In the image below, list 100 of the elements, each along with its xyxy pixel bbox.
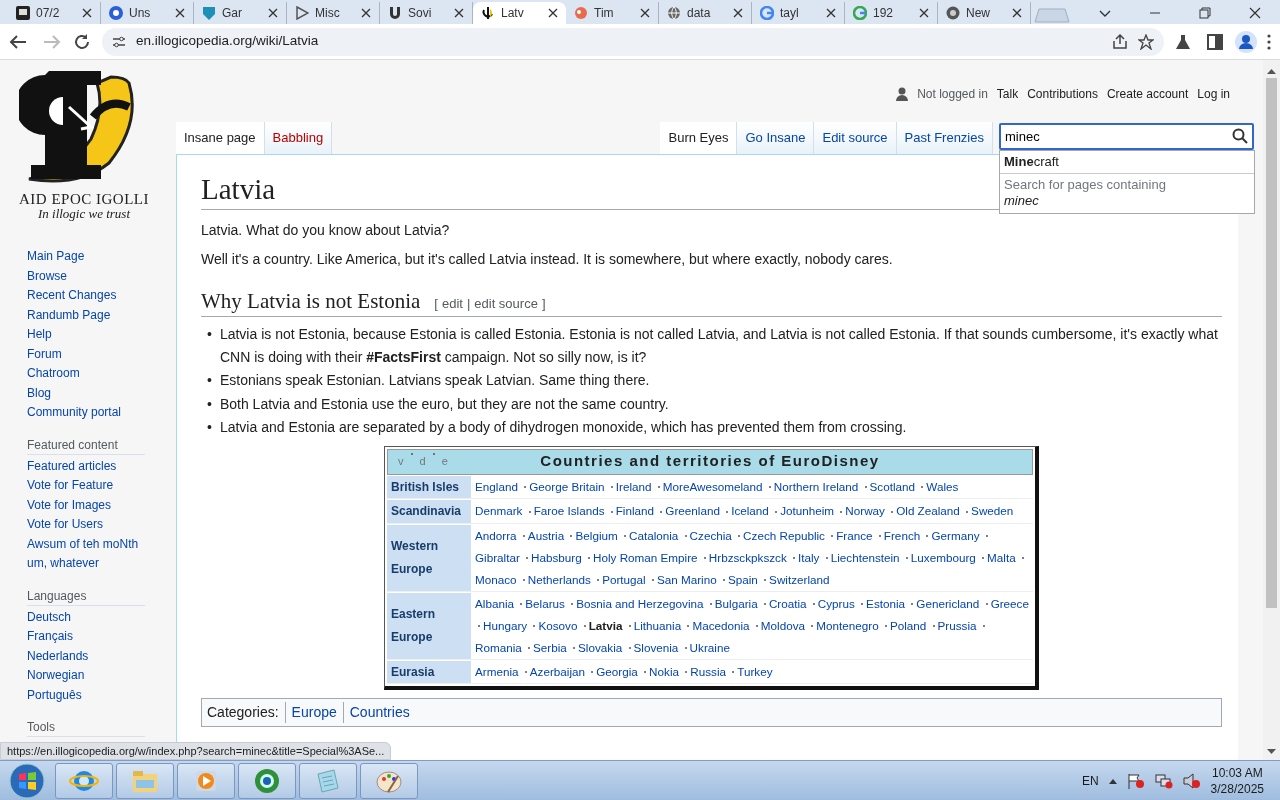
country-link[interactable]: George Britain [529, 479, 605, 493]
country-link[interactable]: Genericland [916, 596, 980, 610]
country-link[interactable]: Russia [690, 664, 726, 678]
sidebar-link[interactable]: Vote for Images [27, 495, 176, 515]
sidebar-link[interactable]: Main Page [27, 247, 176, 267]
page-tab[interactable]: Insane page [176, 122, 265, 154]
country-link[interactable]: Ireland [615, 479, 652, 493]
country-link[interactable]: Habsburg [531, 550, 582, 564]
group-label[interactable]: Eurasia [387, 660, 471, 684]
country-link[interactable]: Northern Ireland [773, 479, 859, 493]
country-link[interactable]: Albania [475, 596, 514, 610]
country-link[interactable]: Iceland [731, 504, 769, 518]
country-link[interactable]: Austria [527, 528, 565, 542]
country-link[interactable]: Wales [926, 479, 959, 493]
country-link[interactable]: Germany [931, 528, 980, 542]
close-icon[interactable] [268, 8, 278, 18]
scroll-up-icon[interactable] [1267, 68, 1276, 74]
sidebar-link[interactable]: Vote for Feature [27, 476, 176, 496]
country-link[interactable]: Netherlands [527, 572, 591, 586]
scrollbar-thumb[interactable] [1266, 78, 1277, 608]
country-link[interactable]: Romania [475, 640, 522, 654]
country-link[interactable]: Finland [615, 504, 655, 518]
clock-date[interactable]: 3/28/2025 [1210, 780, 1264, 797]
user-link[interactable]: Log in [1197, 85, 1230, 103]
country-link[interactable]: Luxembourg [910, 550, 976, 564]
close-icon[interactable] [733, 8, 743, 18]
close-icon[interactable] [82, 8, 92, 18]
country-link[interactable]: Greenland [665, 504, 720, 518]
country-link[interactable]: Armenia [475, 664, 519, 678]
country-link[interactable]: Liechtenstein [830, 550, 900, 564]
country-link[interactable]: Malta [987, 550, 1016, 564]
edit-link[interactable]: edit [441, 296, 463, 314]
sidebar-link[interactable]: um, whatever [27, 554, 176, 574]
close-icon[interactable] [919, 8, 929, 18]
country-link[interactable]: Denmark [475, 504, 523, 518]
sidebar-link[interactable]: Awsum of teh moNth [27, 534, 176, 554]
sidebar-link[interactable]: Nederlands [27, 646, 176, 666]
country-link[interactable]: Serbia [533, 640, 567, 654]
tray-expand-icon[interactable] [1108, 777, 1117, 784]
view-tab[interactable]: Past Frenzies [896, 122, 993, 154]
country-link[interactable]: Slovakia [578, 640, 623, 654]
country-link[interactable]: Cyprus [817, 596, 855, 610]
close-icon[interactable] [175, 8, 185, 18]
country-link[interactable]: Nokia [649, 664, 679, 678]
sidebar-link[interactable]: Help [27, 325, 176, 345]
search-field[interactable]: minec [999, 123, 1254, 150]
country-link[interactable]: Portugal [602, 572, 646, 586]
clock-time[interactable]: 10:03 AM [1210, 764, 1264, 781]
view-tab[interactable]: Go Insane [737, 122, 815, 154]
country-link[interactable]: Moldova [760, 618, 806, 632]
country-link[interactable]: Estonia [866, 596, 906, 610]
country-link[interactable]: Bosnia and Herzegovina [576, 596, 704, 610]
sidebar-link[interactable]: Recent Changes [27, 286, 176, 306]
country-link[interactable]: Azerbaijan [529, 664, 585, 678]
country-link[interactable]: Ukraine [689, 640, 730, 654]
user-link[interactable]: Create account [1106, 85, 1189, 103]
sidebar-link[interactable]: Português [27, 685, 176, 705]
close-icon[interactable] [826, 8, 836, 18]
country-link[interactable]: Faroe Islands [533, 504, 605, 518]
country-link[interactable]: Hungary [483, 618, 528, 632]
close-icon[interactable] [548, 8, 558, 18]
country-link[interactable]: Belarus [525, 596, 565, 610]
country-link[interactable]: Poland [889, 618, 927, 632]
country-link[interactable]: Georgia [596, 664, 638, 678]
country-link[interactable]: Croatia [768, 596, 807, 610]
categories-link[interactable]: Categories: [207, 702, 279, 724]
country-link[interactable]: England [475, 479, 518, 493]
category-link[interactable]: Europe [284, 702, 337, 724]
browser-tab[interactable]: data [659, 2, 752, 24]
country-link[interactable]: French [883, 528, 921, 542]
group-label[interactable]: Western Europe [387, 524, 471, 591]
network-icon[interactable] [1154, 772, 1173, 789]
sidebar-link[interactable]: Français [27, 627, 176, 647]
country-link[interactable]: Jotunheim [780, 504, 835, 518]
speaker-icon[interactable] [1182, 772, 1201, 789]
country-link[interactable]: Czech Republic [743, 528, 825, 542]
country-link[interactable]: Prussia [937, 618, 977, 632]
country-link[interactable]: Kosovo [538, 618, 578, 632]
taskbar-button[interactable] [360, 762, 418, 799]
country-link[interactable]: Bulgaria [714, 596, 758, 610]
group-label[interactable]: Eastern Europe [387, 592, 471, 659]
country-link[interactable]: Sweden [971, 504, 1014, 518]
profile-avatar[interactable] [1234, 29, 1258, 54]
search-suggestion[interactable]: Minecraft [1000, 151, 1254, 174]
country-link[interactable]: Slovenia [633, 640, 679, 654]
search-icon[interactable] [1232, 128, 1248, 144]
restore-icon[interactable] [1199, 7, 1211, 19]
browser-tab[interactable]: Misc [287, 2, 380, 24]
close-icon[interactable] [640, 8, 650, 18]
view-tab[interactable]: Burn Eyes [660, 122, 738, 154]
country-link[interactable]: France [836, 528, 873, 542]
sidebar-link[interactable]: Featured articles [27, 456, 176, 476]
country-link[interactable]: Macedonia [692, 618, 750, 632]
close-icon[interactable] [361, 8, 371, 18]
view-tab[interactable]: Edit source [814, 122, 897, 154]
country-link[interactable]: Holy Roman Empire [593, 550, 698, 564]
share-icon[interactable] [1112, 33, 1128, 50]
country-link[interactable]: Italy [798, 550, 820, 564]
browser-tab[interactable]: 07/2 [8, 2, 101, 24]
country-link[interactable]: Monaco [475, 572, 517, 586]
